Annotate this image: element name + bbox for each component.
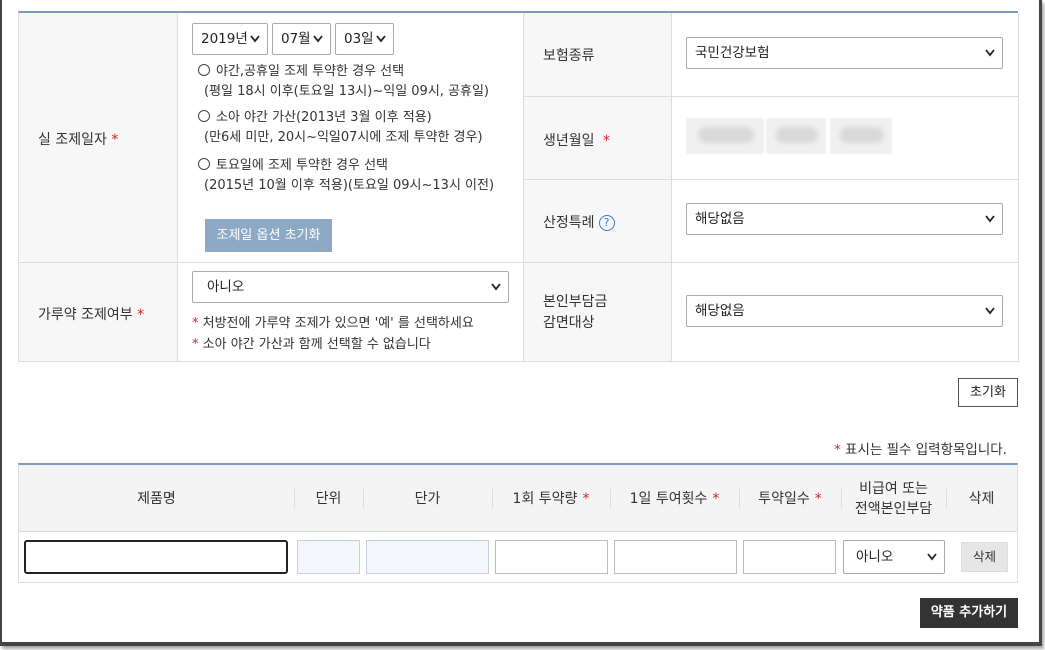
option-label: 야간,공휴일 조제 투약한 경우 선택 bbox=[216, 64, 405, 79]
chevron-down-icon bbox=[927, 553, 937, 561]
dose-input[interactable] bbox=[495, 540, 608, 574]
chevron-down-icon bbox=[985, 49, 995, 57]
col-nonpay-line2: 전액본인부담 bbox=[854, 500, 933, 517]
copay-reduction-select[interactable]: 해당없음 bbox=[686, 295, 1003, 327]
col-days: 투약일수 * bbox=[739, 465, 841, 532]
required-mark: * bbox=[192, 337, 199, 352]
birth-date-label: 생년월일 bbox=[543, 133, 595, 149]
daily-count-input[interactable] bbox=[614, 540, 737, 574]
powder-value: 아니오 bbox=[207, 279, 245, 295]
insurance-type-label: 보험종류 bbox=[543, 48, 595, 64]
reset-button[interactable]: 초기화 bbox=[958, 378, 1018, 407]
blurred-value bbox=[698, 127, 754, 143]
required-mark: * bbox=[814, 490, 822, 507]
special-case-select[interactable]: 해당없음 bbox=[686, 203, 1003, 235]
option-description: (만6세 미만, 20시~익일07시에 조제 투약한 경우) bbox=[204, 130, 483, 145]
birth-date-header: 생년월일 * bbox=[524, 97, 672, 180]
unit-input bbox=[297, 540, 360, 574]
insurance-type-select[interactable]: 국민건강보험 bbox=[686, 37, 1003, 69]
special-case-label-wrap: 산정특례? bbox=[543, 212, 615, 232]
chevron-down-icon bbox=[985, 215, 995, 223]
copay-reduction-label: 본인부담금 감면대상 bbox=[543, 292, 607, 334]
reset-date-option-button[interactable]: 조제일 옵션 초기화 bbox=[205, 219, 332, 252]
chevron-down-icon bbox=[313, 35, 323, 43]
dispense-date-label-wrap: 실 조제일자 * bbox=[38, 129, 118, 149]
powder-note-1: * 처방전에 가루약 조제가 있으면 '예' 를 선택하세요 bbox=[192, 312, 474, 331]
note-text: 처방전에 가루약 조제가 있으면 '예' 를 선택하세요 bbox=[202, 316, 474, 331]
required-mark: * bbox=[602, 133, 610, 149]
insurance-type-header: 보험종류 bbox=[524, 13, 672, 97]
blurred-value bbox=[840, 127, 884, 143]
col-product: 제품명 bbox=[137, 490, 176, 507]
option-child-night[interactable]: 소아 야간 가산(2013년 3월 이후 적용) (만6세 미만, 20시~익일… bbox=[198, 108, 483, 148]
powder-label-wrap: 가루약 조제여부 * bbox=[38, 304, 144, 324]
copay-reduction-value: 해당없음 bbox=[695, 303, 745, 319]
dispense-date-label: 실 조제일자 bbox=[38, 132, 107, 148]
copay-reduction-header: 본인부담금 감면대상 bbox=[524, 263, 672, 362]
chevron-down-icon bbox=[491, 283, 501, 291]
required-mark: * bbox=[834, 442, 841, 458]
required-fields-note: * 표시는 필수 입력항목입니다. bbox=[834, 438, 1007, 458]
note-text: 소아 야간 가산과 함께 선택할 수 없습니다 bbox=[202, 337, 431, 352]
product-name-input[interactable] bbox=[24, 540, 288, 574]
year-value: 2019년 bbox=[201, 31, 248, 47]
powder-note-2: * 소아 야간 가산과 함께 선택할 수 없습니다 bbox=[192, 333, 431, 352]
chevron-down-icon bbox=[376, 35, 386, 43]
col-nonpay: 비급여 또는 전액본인부담 bbox=[841, 465, 946, 532]
col-daily: 1일 투여횟수 * bbox=[610, 465, 739, 532]
col-nonpay-line1: 비급여 또는 bbox=[859, 480, 928, 497]
special-case-header: 산정특례? bbox=[524, 180, 672, 263]
birth-date-label-wrap: 생년월일 * bbox=[543, 130, 610, 150]
option-night-holiday[interactable]: 야간,공휴일 조제 투약한 경우 선택 (평일 18시 이후(토요일 13시)~… bbox=[198, 62, 489, 102]
chevron-down-icon bbox=[985, 307, 995, 315]
col-price: 단가 bbox=[414, 490, 441, 507]
dispense-date-header: 실 조제일자 * bbox=[19, 13, 178, 263]
special-case-label: 산정특례 bbox=[543, 215, 595, 231]
powder-header: 가루약 조제여부 * bbox=[19, 263, 178, 362]
col-daily-label: 1일 투여횟수 bbox=[629, 490, 708, 507]
powder-select[interactable]: 아니오 bbox=[192, 271, 509, 303]
special-case-value: 해당없음 bbox=[695, 211, 745, 227]
required-mark: * bbox=[712, 490, 720, 507]
blurred-value bbox=[776, 127, 818, 143]
chevron-down-icon bbox=[250, 35, 260, 43]
add-drug-button[interactable]: 약품 추가하기 bbox=[920, 598, 1018, 628]
month-select[interactable]: 07월 bbox=[272, 23, 331, 55]
required-mark: * bbox=[582, 490, 590, 507]
option-label: 토요일에 조제 투약한 경우 선택 bbox=[216, 158, 389, 173]
grid-header: 제품명 단위 단가 1회 투약량 * 1일 투여횟수 * 투약일수 * 비급여 또는 … bbox=[19, 465, 1017, 532]
required-note-text: 표시는 필수 입력항목입니다. bbox=[845, 442, 1007, 458]
radio-button[interactable] bbox=[198, 158, 210, 170]
powder-label: 가루약 조제여부 bbox=[38, 307, 133, 323]
col-delete: 삭제 bbox=[968, 490, 995, 507]
delete-row-button[interactable]: 삭제 bbox=[961, 542, 1008, 572]
nonpay-value: 아니오 bbox=[856, 549, 894, 565]
required-mark: * bbox=[137, 307, 145, 323]
radio-button[interactable] bbox=[198, 110, 210, 122]
price-input bbox=[366, 540, 489, 574]
col-unit: 단위 bbox=[315, 490, 342, 507]
insurance-type-value: 국민건강보험 bbox=[695, 45, 770, 61]
col-dose-label: 1회 투약량 bbox=[512, 490, 578, 507]
required-mark: * bbox=[111, 132, 119, 148]
month-value: 07월 bbox=[281, 31, 311, 47]
option-description: (2015년 10월 이후 적용)(토요일 09시~13시 이전) bbox=[204, 178, 495, 193]
help-icon[interactable]: ? bbox=[598, 215, 615, 231]
option-label: 소아 야간 가산(2013년 3월 이후 적용) bbox=[216, 110, 432, 125]
col-days-label: 투약일수 bbox=[758, 490, 810, 507]
nonpay-select[interactable]: 아니오 bbox=[843, 540, 945, 574]
copay-reduction-label-line2: 감면대상 bbox=[543, 315, 595, 331]
option-saturday[interactable]: 토요일에 조제 투약한 경우 선택 (2015년 10월 이후 적용)(토요일 … bbox=[198, 156, 494, 196]
year-select[interactable]: 2019년 bbox=[192, 23, 268, 55]
required-mark: * bbox=[192, 316, 199, 331]
days-input[interactable] bbox=[743, 540, 836, 574]
copay-reduction-label-line1: 본인부담금 bbox=[543, 294, 608, 310]
day-select[interactable]: 03일 bbox=[335, 23, 394, 55]
day-value: 03일 bbox=[344, 31, 374, 47]
col-dose: 1회 투약량 * bbox=[492, 465, 610, 532]
option-description: (평일 18시 이후(토요일 13시)~익일 09시, 공휴일) bbox=[204, 84, 489, 99]
radio-button[interactable] bbox=[198, 64, 210, 76]
